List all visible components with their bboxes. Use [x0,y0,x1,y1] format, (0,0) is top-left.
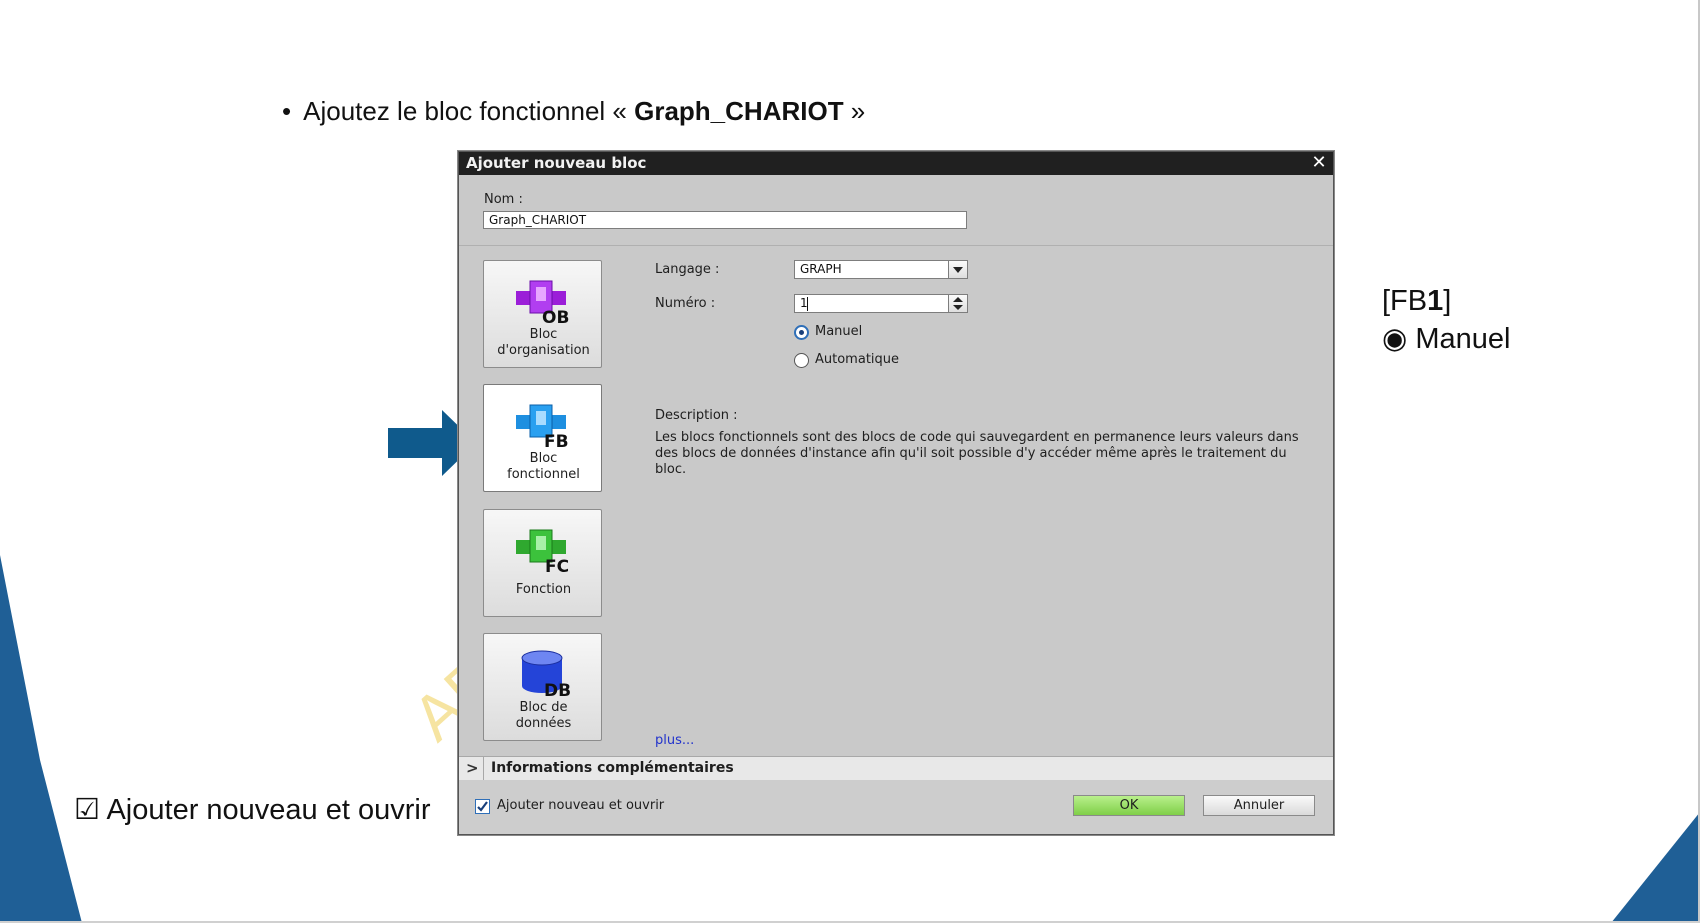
language-select[interactable]: GRAPH [794,260,968,279]
ok-button[interactable]: OK [1073,795,1185,816]
fb-label-line1: Bloc [529,451,558,466]
fc-icon-code: FC [545,557,569,574]
ob-label-line1: Bloc [529,327,558,342]
note-fb-number: [FB1] [1382,282,1511,320]
text-cursor [807,297,808,311]
db-label-line1: Bloc de [519,700,568,715]
bullet-end: » [843,96,866,126]
block-type-db-button[interactable]: DB Bloc de données [483,633,602,741]
additional-info-label: Informations complémentaires [491,760,734,776]
radio-automatic-label: Automatique [815,352,900,367]
radio-manual[interactable] [794,325,809,340]
note-right: [FB1] ◉ Manuel [1382,282,1511,358]
instruction-bullet: • Ajoutez le bloc fonctionnel « Graph_CHA… [282,96,865,127]
stepper-down-icon[interactable] [953,305,963,310]
name-input[interactable]: Graph_CHARIOT [483,211,967,229]
language-label: Langage : [655,262,720,277]
ob-label-line2: d'organisation [497,343,590,358]
radio-manual-label: Manuel [815,324,863,339]
number-stepper[interactable]: 1 [794,294,968,313]
infobar-divider [483,757,484,780]
fb-label-line2: fonctionnel [507,467,580,482]
cancel-button[interactable]: Annuler [1203,795,1315,816]
stepper-buttons[interactable] [948,295,967,312]
note-checkbox-icon: ☑ [74,794,100,826]
close-icon[interactable]: ✕ [1309,153,1329,173]
add-and-open-label: Ajouter nouveau et ouvrir [497,798,665,813]
chevron-down-icon[interactable] [948,261,967,278]
stepper-up-icon[interactable] [953,297,963,302]
db-icon-code: DB [544,681,571,698]
checkmark-icon [477,801,488,812]
note-radio-icon: ◉ [1382,323,1408,355]
dialog-titlebar: Ajouter nouveau bloc ✕ [459,152,1333,175]
slide: • Ajoutez le bloc fonctionnel « Graph_CHA… [0,0,1700,923]
bullet-text: Ajoutez le bloc fonctionnel « [303,96,635,126]
note-left-text: Ajouter nouveau et ouvrir [106,794,431,826]
description-label: Description : [655,408,738,423]
ob-block-icon: OB [516,280,569,325]
note-left: ☑ Ajouter nouveau et ouvrir [74,792,431,827]
more-link[interactable]: plus... [655,733,694,748]
note-fb-digit: 1 [1427,285,1444,317]
description-text: Les blocs fonctionnels sont des blocs de… [655,430,1299,477]
additional-info-section[interactable]: > Informations complémentaires [459,756,1333,781]
add-block-dialog: Ajouter nouveau bloc ✕ Nom : Graph_CHARI… [458,151,1334,835]
chevron-right-icon[interactable]: > [466,759,479,777]
note-radio: ◉ Manuel [1382,320,1511,358]
radio-automatic[interactable] [794,353,809,368]
block-type-ob-button[interactable]: OB Bloc d'organisation [483,260,602,368]
fc-block-icon: FC [516,529,569,574]
fc-label-line1: Fonction [515,582,572,597]
bullet-dot: • [282,96,292,126]
name-label: Nom : [484,192,523,207]
dialog-footer: Ajouter nouveau et ouvrir OK Annuler [459,780,1333,834]
fb-icon-code: FB [544,432,569,449]
bullet-bold-name: Graph_CHARIOT [634,96,844,126]
dialog-title: Ajouter nouveau bloc [466,154,647,172]
db-block-icon: DB [521,650,571,698]
number-label: Numéro : [655,296,716,311]
note-fb-close: ] [1443,285,1452,317]
add-and-open-checkbox[interactable] [475,799,490,814]
block-type-fc-button[interactable]: FC Fonction [483,509,602,617]
language-value: GRAPH [800,262,842,276]
note-radio-text: Manuel [1415,323,1511,355]
ob-icon-code: OB [542,308,569,325]
block-type-fb-button[interactable]: FB Bloc fonctionnel [483,384,602,492]
db-label-line2: données [515,716,572,731]
note-fb-open: [FB [1382,285,1428,317]
fb-block-icon: FB [516,404,569,449]
header-separator [459,245,1333,246]
